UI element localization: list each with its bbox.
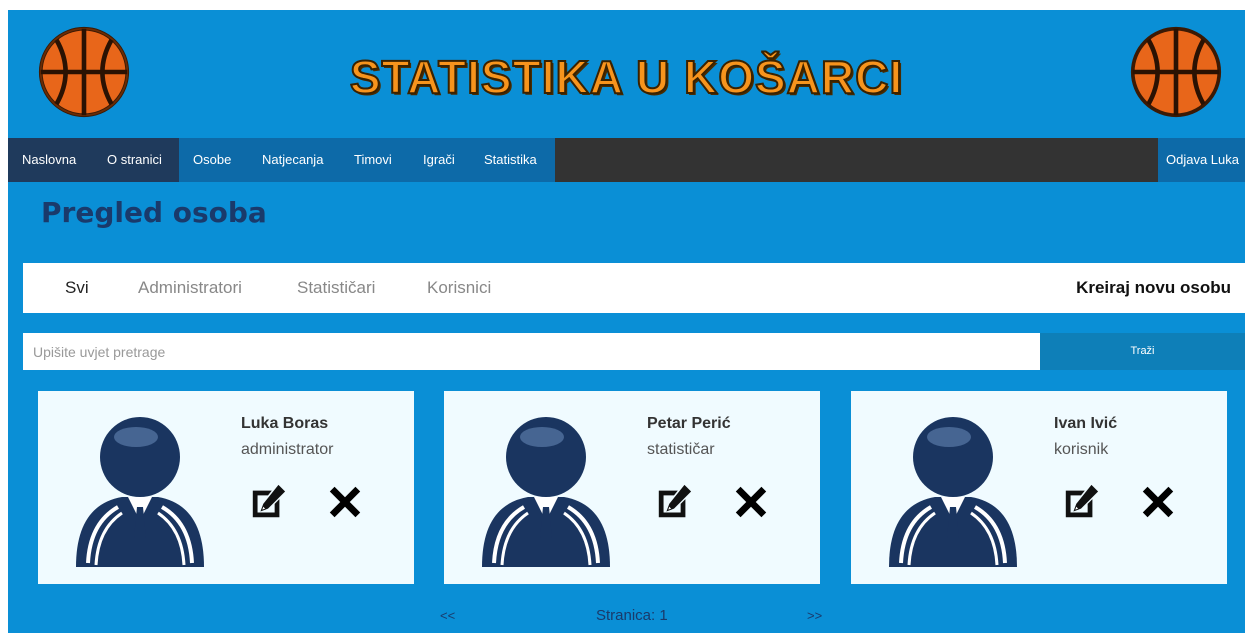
nav-item-igraci[interactable]: Igrači (409, 138, 470, 182)
tab-administrators[interactable]: Administratori (138, 263, 242, 313)
tab-users[interactable]: Korisnici (427, 263, 491, 313)
avatar-icon (76, 417, 204, 567)
tab-all[interactable]: Svi (65, 263, 89, 313)
person-role: korisnik (1054, 441, 1109, 458)
nav-item-statistika[interactable]: Statistika (470, 138, 555, 182)
edit-icon[interactable] (249, 483, 287, 521)
tab-statisticians[interactable]: Statističari (297, 263, 375, 313)
delete-icon[interactable] (1139, 483, 1177, 521)
pagination-next[interactable]: >> (807, 608, 822, 623)
basketball-icon (1130, 26, 1222, 118)
person-card: Luka Boras administrator (38, 391, 414, 584)
person-name: Ivan Ivić (1054, 415, 1118, 432)
avatar-icon (482, 417, 610, 567)
logout-link[interactable]: Odjava Luka (1158, 138, 1245, 182)
page-title: Pregled osoba (41, 196, 267, 229)
avatar-icon (889, 417, 1017, 567)
person-card: Ivan Ivić korisnik (851, 391, 1227, 584)
site-title: STATISTIKA U KOŠARCI (349, 50, 904, 104)
person-name: Petar Perić (647, 415, 731, 432)
person-role: administrator (241, 441, 334, 458)
edit-icon[interactable] (655, 483, 693, 521)
nav-item-natjecanja[interactable]: Natjecanja (248, 138, 340, 182)
site-banner: STATISTIKA U KOŠARCI (8, 10, 1245, 138)
search-button[interactable]: Traži (1040, 333, 1245, 370)
search-input[interactable] (23, 333, 1040, 370)
nav-item-timovi[interactable]: Timovi (340, 138, 409, 182)
delete-icon[interactable] (326, 483, 364, 521)
pagination-prev[interactable]: << (440, 608, 455, 623)
pagination-label: Stranica: 1 (596, 607, 668, 624)
create-person-link[interactable]: Kreiraj novu osobu (1076, 263, 1231, 313)
person-role: statističar (647, 441, 715, 458)
person-name: Luka Boras (241, 415, 329, 432)
edit-icon[interactable] (1062, 483, 1100, 521)
page-frame: STATISTIKA U KOŠARCI Naslovna O stranici… (8, 10, 1245, 633)
main-navbar: Naslovna O stranici Osobe Natjecanja Tim… (8, 138, 1245, 182)
nav-item-o-stranici[interactable]: O stranici (93, 138, 179, 182)
filter-tabs: Svi Administratori Statističari Korisnic… (23, 263, 1245, 313)
delete-icon[interactable] (732, 483, 770, 521)
nav-item-osobe[interactable]: Osobe (179, 138, 248, 182)
person-card: Petar Perić statističar (444, 391, 820, 584)
nav-item-naslovna[interactable]: Naslovna (8, 138, 93, 182)
